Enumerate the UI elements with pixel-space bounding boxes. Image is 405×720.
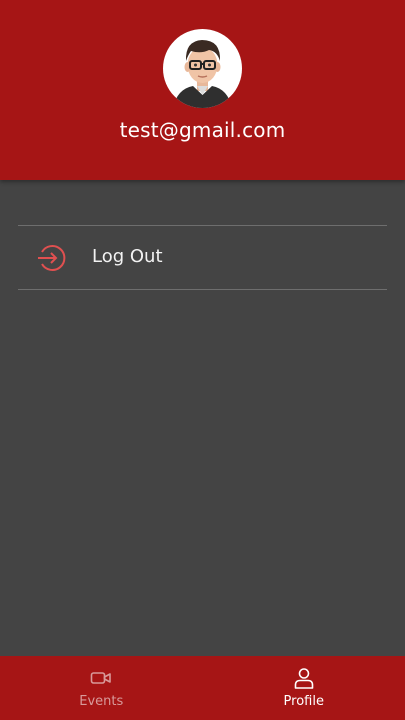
avatar-icon bbox=[173, 40, 232, 108]
nav-label-events: Events bbox=[79, 694, 124, 709]
nav-tab-profile[interactable]: Profile bbox=[203, 656, 405, 720]
avatar bbox=[163, 29, 242, 108]
bottom-nav: Events Profile bbox=[0, 656, 405, 720]
profile-header: test@gmail.com bbox=[0, 0, 405, 180]
logout-icon bbox=[38, 245, 66, 271]
menu-divider-bottom bbox=[18, 289, 387, 290]
video-camera-icon bbox=[90, 672, 112, 684]
user-email: test@gmail.com bbox=[119, 118, 286, 142]
user-icon bbox=[294, 668, 314, 689]
nav-tab-events[interactable]: Events bbox=[0, 656, 203, 720]
logout-button[interactable]: Log Out bbox=[18, 226, 387, 289]
logout-label: Log Out bbox=[92, 246, 163, 267]
nav-label-profile: Profile bbox=[283, 694, 324, 709]
